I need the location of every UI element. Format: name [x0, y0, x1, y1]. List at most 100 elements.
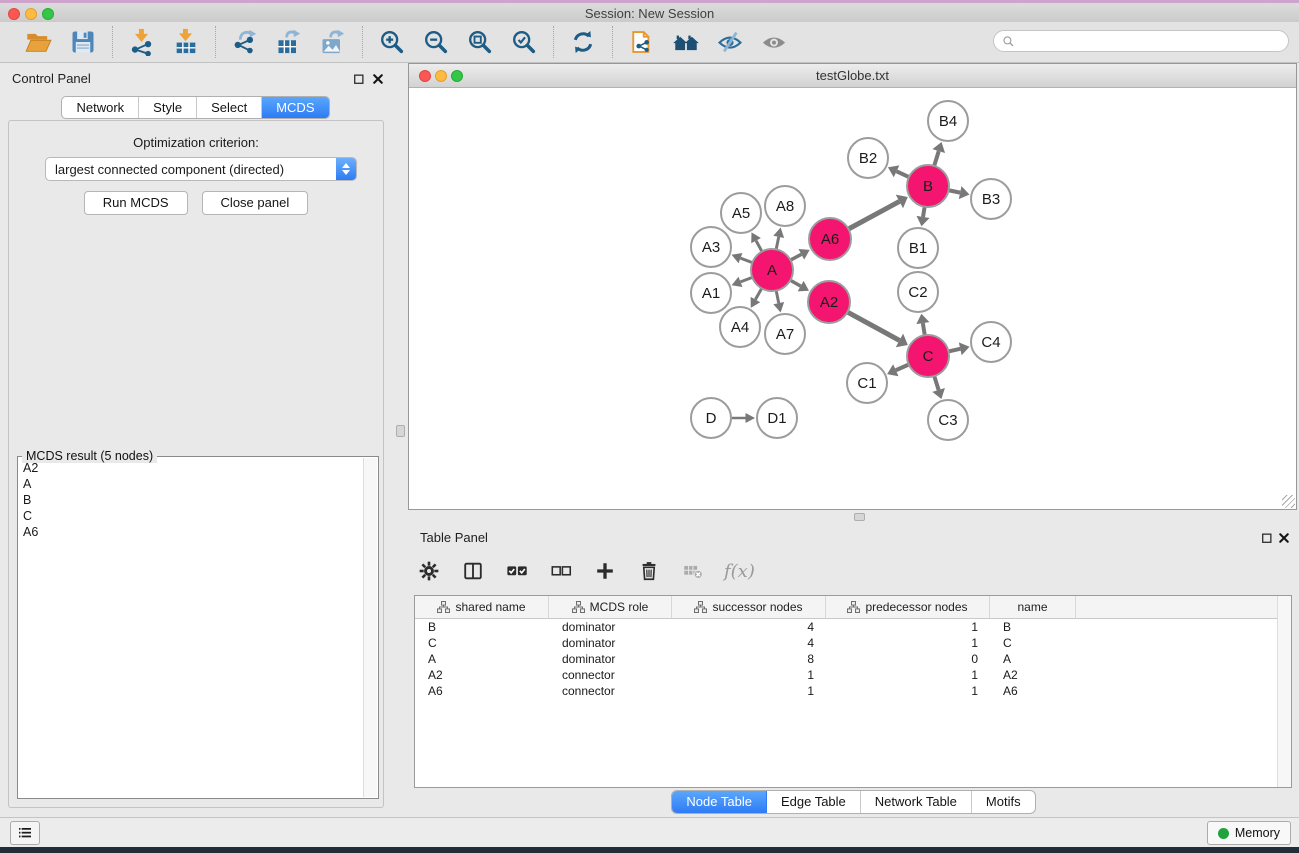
add-icon[interactable]: [592, 558, 618, 584]
table-row[interactable]: Cdominator41C: [415, 635, 1291, 651]
refresh-icon[interactable]: [566, 26, 600, 58]
graph-node-A4[interactable]: A4: [720, 307, 760, 347]
run-mcds-button[interactable]: Run MCDS: [84, 191, 188, 215]
close-table-panel-icon[interactable]: [1277, 531, 1290, 544]
graph-node-B3[interactable]: B3: [971, 179, 1011, 219]
graph-node-D[interactable]: D: [691, 398, 731, 438]
hide-details-icon[interactable]: [713, 26, 747, 58]
tab-style[interactable]: Style: [139, 97, 197, 118]
horizontal-splitter[interactable]: [408, 510, 1299, 522]
open-session-icon[interactable]: [22, 26, 56, 58]
edge-A2-C[interactable]: [847, 312, 899, 340]
graph-node-A6[interactable]: A6: [809, 218, 851, 260]
edge-B-B1[interactable]: [923, 207, 925, 217]
graph-node-C1[interactable]: C1: [847, 363, 887, 403]
export-network-icon[interactable]: [228, 26, 262, 58]
zoom-selected-icon[interactable]: [507, 26, 541, 58]
task-history-button[interactable]: [10, 821, 40, 845]
import-table-icon[interactable]: [169, 26, 203, 58]
mcds-result-scrollbar[interactable]: [363, 458, 377, 797]
tab-select[interactable]: Select: [197, 97, 262, 118]
splitter-handle[interactable]: [854, 513, 865, 521]
table-row[interactable]: Adominator80A: [415, 651, 1291, 667]
graph-node-A1[interactable]: A1: [691, 273, 731, 313]
graph-node-A5[interactable]: A5: [721, 193, 761, 233]
window-resize-grip[interactable]: [1282, 495, 1295, 508]
mcds-result-item[interactable]: B: [19, 492, 364, 508]
column-header-successor-nodes[interactable]: successor nodes: [672, 596, 826, 618]
graph-node-A[interactable]: A: [751, 249, 793, 291]
tab-motifs[interactable]: Motifs: [972, 791, 1035, 813]
graph-node-A3[interactable]: A3: [691, 227, 731, 267]
show-details-icon[interactable]: [757, 26, 791, 58]
zoom-out-icon[interactable]: [419, 26, 453, 58]
graph-node-B1[interactable]: B1: [898, 228, 938, 268]
close-panel-icon[interactable]: [371, 72, 384, 85]
save-session-icon[interactable]: [66, 26, 100, 58]
graph-node-A2[interactable]: A2: [808, 281, 850, 323]
edge-C-C3[interactable]: [934, 376, 938, 390]
mcds-result-item[interactable]: C: [19, 508, 364, 524]
tab-edge-table[interactable]: Edge Table: [767, 791, 861, 813]
graph-node-C2[interactable]: C2: [898, 272, 938, 312]
tab-mcds[interactable]: MCDS: [262, 97, 328, 118]
graph-node-B4[interactable]: B4: [928, 101, 968, 141]
edge-A6-B[interactable]: [848, 201, 899, 229]
show-column-icon[interactable]: [460, 558, 486, 584]
edge-A-A6[interactable]: [791, 254, 802, 260]
close-panel-button[interactable]: Close panel: [202, 191, 309, 215]
edge-B-B4[interactable]: [934, 151, 939, 166]
select-all-icon[interactable]: [504, 558, 530, 584]
table-row[interactable]: Bdominator41B: [415, 619, 1291, 635]
optimization-criterion-select[interactable]: largest connected component (directed): [45, 157, 357, 181]
edge-B-B3[interactable]: [949, 190, 961, 192]
edge-A-A2[interactable]: [790, 280, 800, 286]
graph-node-B2[interactable]: B2: [848, 138, 888, 178]
edge-A-A1[interactable]: [740, 277, 752, 281]
edge-A-A7[interactable]: [776, 291, 779, 304]
mcds-result-item[interactable]: A: [19, 476, 364, 492]
deselect-all-icon[interactable]: [548, 558, 574, 584]
tab-node-table[interactable]: Node Table: [672, 791, 767, 813]
table-row[interactable]: A6connector11A6: [415, 683, 1291, 699]
edge-A-A8[interactable]: [776, 237, 779, 250]
export-table-icon[interactable]: [272, 26, 306, 58]
edge-A-A3[interactable]: [740, 258, 752, 262]
column-header-predecessor-nodes[interactable]: predecessor nodes: [826, 596, 990, 618]
import-network-icon[interactable]: [125, 26, 159, 58]
column-header-name[interactable]: name: [990, 596, 1076, 618]
tab-network-table[interactable]: Network Table: [861, 791, 972, 813]
network-canvas[interactable]: B4 B2 B B3 A8A5 A6 A3 B1 A A1 C2 A2 A4A7 C4 C C1 C3 D D1: [409, 88, 1296, 509]
float-table-panel-icon[interactable]: [1260, 531, 1273, 544]
search-input[interactable]: [1020, 33, 1280, 49]
mcds-result-item[interactable]: A2: [19, 460, 364, 476]
delete-icon[interactable]: [636, 558, 662, 584]
vertical-splitter-handle[interactable]: [396, 425, 405, 437]
graph-node-C[interactable]: C: [907, 335, 949, 377]
edge-C-C2[interactable]: [923, 323, 925, 335]
network-window-titlebar[interactable]: testGlobe.txt: [409, 64, 1296, 88]
graph-node-C3[interactable]: C3: [928, 400, 968, 440]
home-icon[interactable]: [669, 26, 703, 58]
tab-network[interactable]: Network: [62, 97, 139, 118]
graph-node-B[interactable]: B: [907, 165, 949, 207]
table-scrollbar[interactable]: [1277, 596, 1291, 787]
edge-B-B2[interactable]: [897, 171, 909, 177]
float-panel-icon[interactable]: [352, 72, 365, 85]
session-overview-icon[interactable]: [625, 26, 659, 58]
table-row[interactable]: A2connector11A2: [415, 667, 1291, 683]
graph-node-A8[interactable]: A8: [765, 186, 805, 226]
zoom-in-icon[interactable]: [375, 26, 409, 58]
memory-button[interactable]: Memory: [1207, 821, 1291, 845]
graph-node-A7[interactable]: A7: [765, 314, 805, 354]
graph-node-C4[interactable]: C4: [971, 322, 1011, 362]
edge-A-A4[interactable]: [755, 288, 761, 299]
column-header-shared-name[interactable]: shared name: [415, 596, 549, 618]
graph-node-D1[interactable]: D1: [757, 398, 797, 438]
zoom-fit-icon[interactable]: [463, 26, 497, 58]
table-options-icon[interactable]: [416, 558, 442, 584]
edge-C-C4[interactable]: [948, 349, 960, 352]
export-image-icon[interactable]: [316, 26, 350, 58]
mcds-result-item[interactable]: A6: [19, 524, 364, 540]
edge-A-A5[interactable]: [756, 241, 762, 252]
